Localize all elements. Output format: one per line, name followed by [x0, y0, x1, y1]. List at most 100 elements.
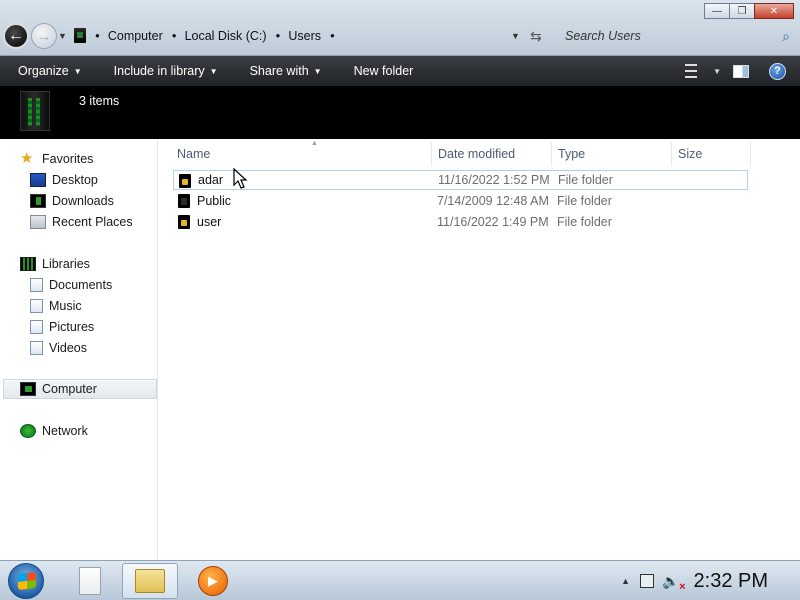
sidebar-item-label: Network — [42, 424, 88, 438]
preview-pane-icon[interactable] — [733, 64, 749, 78]
sidebar-item-downloads[interactable]: Downloads — [30, 191, 114, 211]
sidebar-item-network[interactable]: Network — [20, 421, 88, 441]
file-type: File folder — [558, 173, 613, 187]
sidebar-item-documents[interactable]: Documents — [30, 275, 112, 295]
sidebar-item-computer[interactable]: Computer — [3, 379, 157, 399]
folder-preview-icon — [20, 91, 50, 131]
view-options-dropdown[interactable]: ▼ — [713, 67, 721, 76]
change-view-icon[interactable] — [685, 64, 705, 78]
file-date: 11/16/2022 1:49 PM — [437, 215, 549, 229]
media-player-icon: ▶ — [198, 566, 228, 596]
sidebar-libraries[interactable]: Libraries — [20, 254, 90, 274]
minimize-button[interactable]: — — [704, 3, 730, 19]
share-with-menu[interactable]: Share with ▼ — [232, 56, 336, 86]
sidebar-item-recent-places[interactable]: Recent Places — [30, 212, 133, 232]
downloads-icon — [30, 194, 46, 208]
breadcrumb-separator[interactable]: ● — [95, 31, 100, 40]
sidebar-item-label: Favorites — [42, 152, 94, 166]
refresh-icon[interactable]: ⇆ — [530, 28, 542, 45]
sidebar-item-label: Videos — [49, 341, 87, 355]
back-button[interactable]: ← — [3, 23, 29, 49]
forward-button[interactable]: → — [31, 23, 57, 49]
sidebar-item-pictures[interactable]: Pictures — [30, 317, 94, 337]
recent-pages-dropdown[interactable]: ▼ — [58, 31, 67, 41]
column-header-size[interactable]: Size — [672, 142, 751, 166]
breadcrumb-separator[interactable]: ● — [330, 31, 335, 40]
documents-icon — [30, 278, 43, 292]
libraries-icon — [20, 257, 36, 271]
show-hidden-icons-icon[interactable]: ▲ — [621, 576, 630, 586]
file-name: adar — [198, 173, 224, 187]
breadcrumb-local-disk[interactable]: Local Disk (C:) — [185, 29, 267, 43]
column-header-date-modified[interactable]: Date modified — [432, 142, 552, 166]
address-bar[interactable]: ● Computer ● Local Disk (C:) ● Users ● — [70, 24, 526, 47]
table-row[interactable]: user 11/16/2022 1:49 PM File folder — [173, 212, 748, 232]
network-icon — [20, 424, 36, 438]
help-icon[interactable]: ? — [769, 62, 786, 80]
chevron-down-icon: ▼ — [73, 66, 82, 76]
start-button[interactable] — [8, 563, 44, 599]
column-header-name[interactable]: ▲ Name — [171, 140, 432, 166]
taskbar-explorer[interactable] — [122, 563, 178, 599]
sidebar-item-label: Recent Places — [52, 215, 133, 229]
taskbar-media-player[interactable]: ▶ — [185, 563, 241, 599]
recent-places-icon — [30, 215, 46, 229]
pictures-icon — [30, 320, 43, 334]
sidebar-item-label: Desktop — [52, 173, 98, 187]
file-type: File folder — [557, 215, 612, 229]
desktop-icon — [30, 173, 46, 187]
file-date: 11/16/2022 1:52 PM — [438, 173, 550, 187]
items-count: 3 items — [79, 94, 120, 108]
include-in-library-menu[interactable]: Include in library ▼ — [96, 56, 232, 86]
breadcrumb-users[interactable]: Users — [288, 29, 321, 43]
taskbar: ▶ ▲ 🔈 2:32 PM — [0, 560, 800, 600]
window-controls: — ❐ ✕ — [704, 3, 794, 19]
breadcrumb-separator[interactable]: ● — [276, 31, 281, 40]
volume-muted-icon[interactable]: 🔈 — [662, 573, 686, 593]
sidebar-item-music[interactable]: Music — [30, 296, 82, 316]
search-input[interactable] — [558, 25, 768, 46]
title-bar: — ❐ ✕ ← → ▼ ● Computer ● Local Disk (C:) ●… — [0, 0, 800, 56]
table-row[interactable]: adar 11/16/2022 1:52 PM File folder — [173, 170, 748, 190]
breadcrumb-separator[interactable]: ● — [172, 31, 177, 40]
sidebar-item-label: Documents — [49, 278, 113, 292]
user-folder-icon — [178, 215, 190, 229]
address-history-dropdown[interactable]: ▼ — [511, 31, 520, 41]
music-icon — [30, 299, 43, 313]
clock[interactable]: 2:32 PM — [694, 570, 768, 593]
back-arrow-icon: ← — [8, 27, 24, 44]
search-box[interactable]: ⌕ — [558, 24, 796, 47]
column-header-type[interactable]: Type — [552, 142, 672, 166]
star-icon: ★ — [20, 150, 34, 167]
sidebar-item-videos[interactable]: Videos — [30, 338, 87, 358]
chevron-down-icon: ▼ — [209, 66, 218, 76]
sidebar-item-label: Pictures — [49, 320, 95, 334]
maximize-button[interactable]: ❐ — [729, 3, 755, 19]
close-button[interactable]: ✕ — [754, 3, 794, 19]
sidebar-item-label: Computer — [42, 382, 97, 396]
computer-icon — [74, 28, 86, 43]
public-folder-icon — [178, 194, 190, 208]
details-banner: 3 items — [0, 86, 800, 139]
sidebar-favorites[interactable]: ★ Favorites — [20, 149, 93, 169]
file-date: 7/14/2009 12:48 AM — [437, 194, 549, 208]
search-icon[interactable]: ⌕ — [782, 28, 790, 45]
file-name: Public — [197, 194, 232, 208]
document-icon — [79, 567, 101, 595]
new-folder-button[interactable]: New folder — [336, 56, 428, 86]
breadcrumb-computer[interactable]: Computer — [108, 29, 163, 43]
file-list: ▲ Name Date modified Type Size adar 11/1… — [159, 139, 800, 560]
sidebar-item-label: Downloads — [52, 194, 114, 208]
sidebar-item-label: Libraries — [42, 257, 90, 271]
table-row[interactable]: Public 7/14/2009 12:48 AM File folder — [173, 191, 748, 211]
taskbar-notepad[interactable] — [62, 563, 118, 599]
file-name: user — [197, 215, 222, 229]
user-folder-icon — [179, 174, 191, 188]
organize-menu[interactable]: Organize ▼ — [0, 56, 96, 86]
system-tray: ▲ 🔈 2:32 PM — [621, 561, 800, 600]
sidebar-item-label: Music — [49, 299, 82, 313]
sort-ascending-icon: ▲ — [311, 140, 318, 147]
sidebar-item-desktop[interactable]: Desktop — [30, 170, 98, 190]
network-status-icon[interactable] — [640, 574, 655, 588]
command-bar: Organize ▼ Include in library ▼ Share with… — [0, 56, 800, 86]
